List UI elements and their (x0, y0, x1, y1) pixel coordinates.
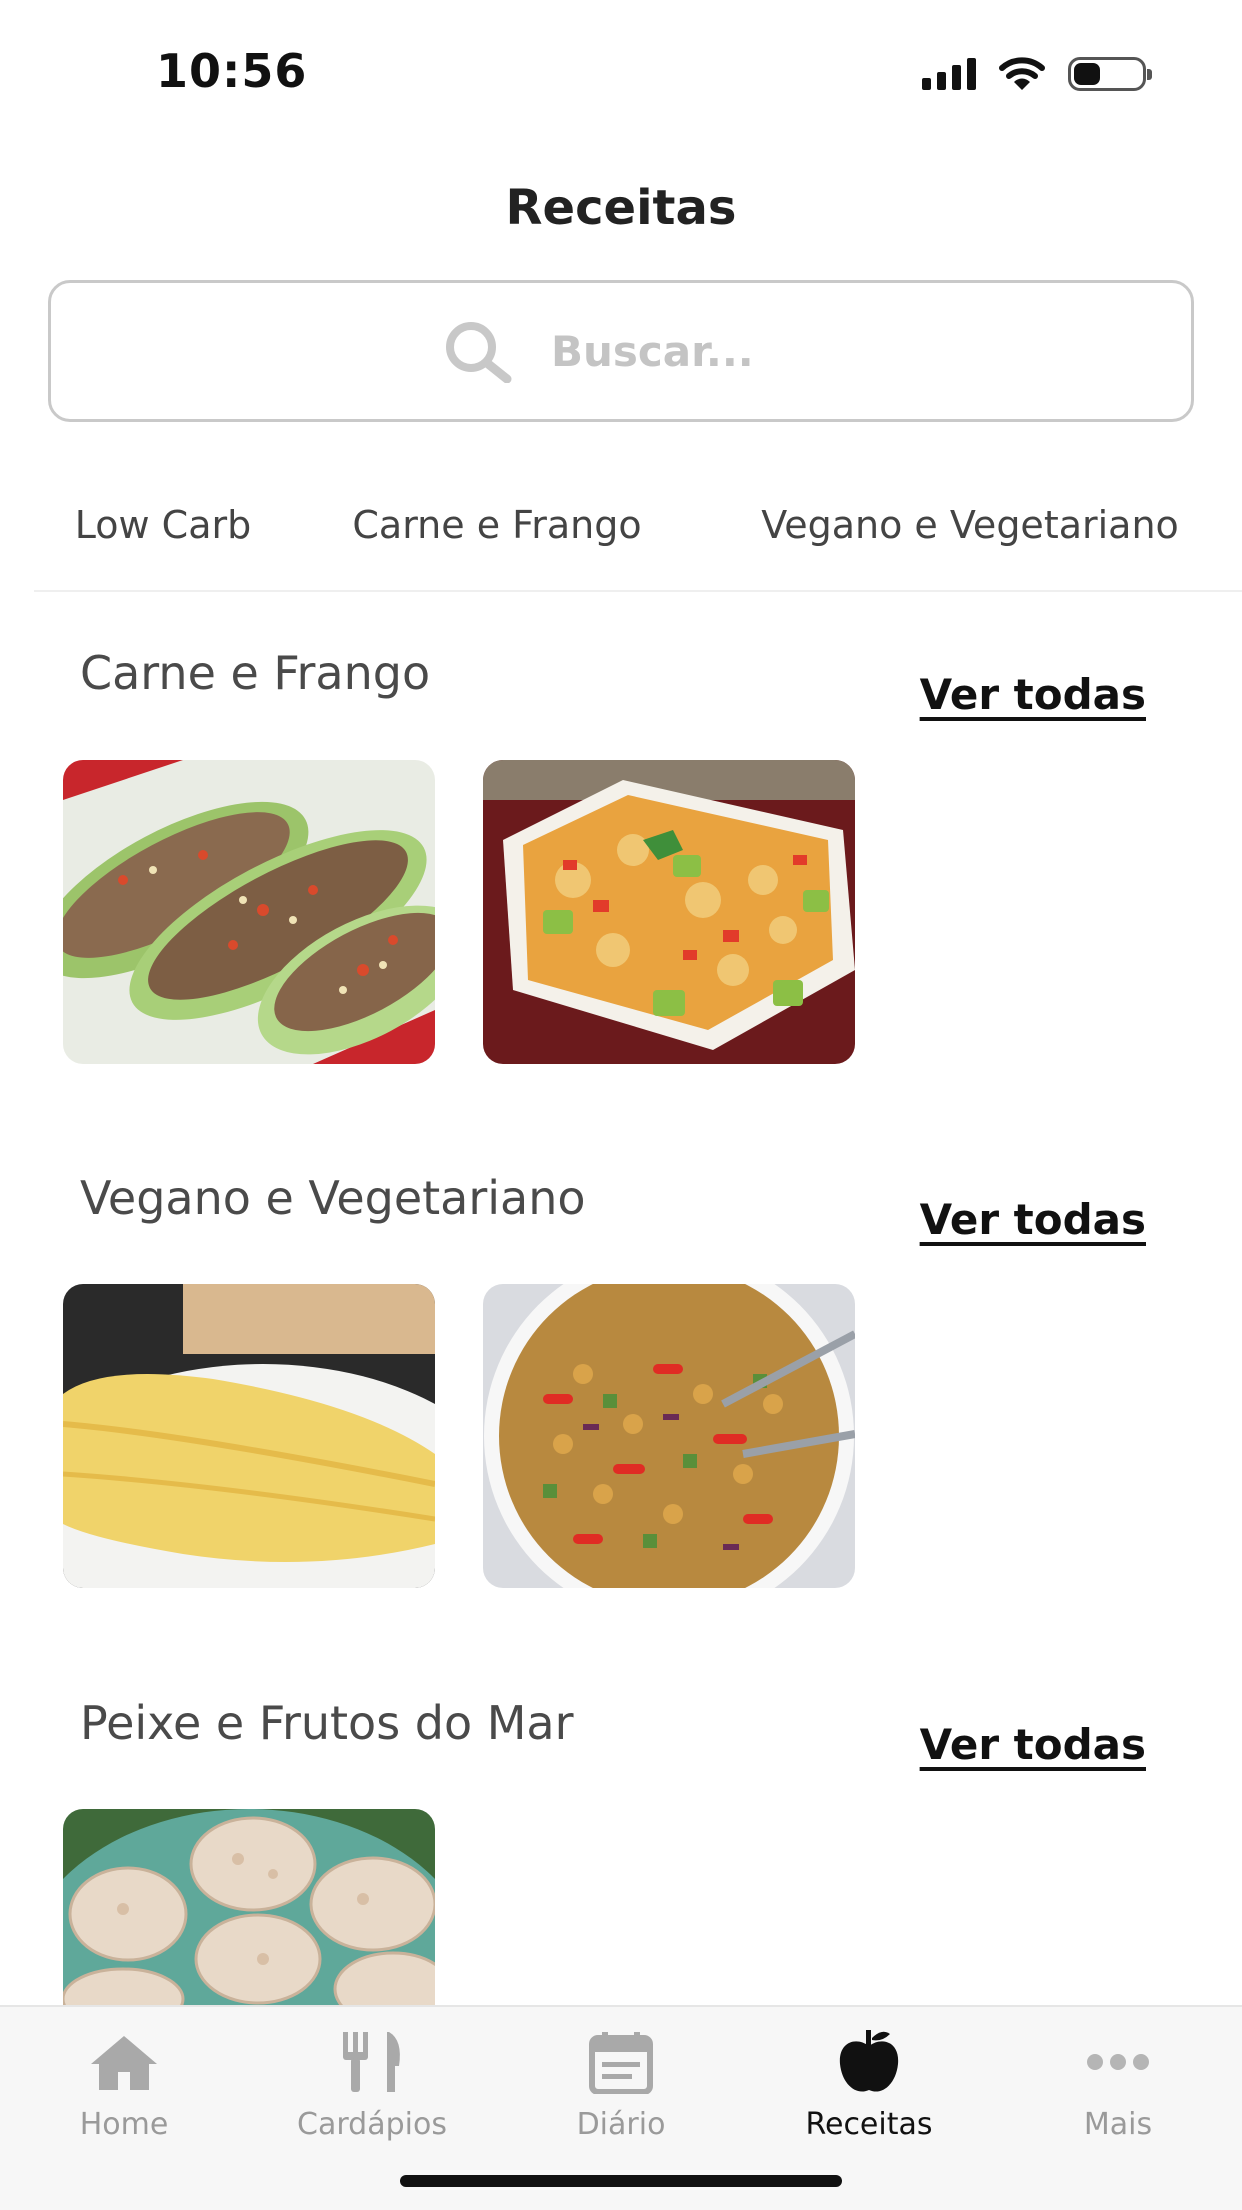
tab-carne-e-frango[interactable]: Carne e Frango (300, 470, 694, 590)
tab-cardapios[interactable]: Cardápios (248, 2025, 496, 2142)
tab-home[interactable]: Home (0, 2025, 248, 2142)
see-all-vegano-e-vegetariano[interactable]: Ver todas (920, 1195, 1146, 1244)
tab-vegano-e-vegetariano[interactable]: Vegano e Vegetariano (698, 470, 1242, 590)
more-dots-icon (1087, 2054, 1149, 2070)
section-title-carne-e-frango: Carne e Frango (80, 646, 431, 700)
recipe-card-tuna-toasts[interactable] (63, 1809, 435, 2005)
tab-diario-label: Diário (576, 2107, 666, 2142)
search-icon (446, 322, 512, 383)
tab-receitas[interactable]: Receitas (745, 2025, 993, 2142)
status-time: 10:56 (156, 44, 308, 98)
tab-receitas-label: Receitas (805, 2107, 933, 2142)
home-icon (91, 2036, 157, 2090)
status-icons (922, 56, 1152, 92)
page-title: Receitas (505, 180, 737, 236)
search-box[interactable] (48, 280, 1194, 422)
tuna-toasts-image (63, 1809, 435, 2005)
search-input[interactable] (551, 326, 801, 376)
tab-mais[interactable]: Mais (994, 2025, 1242, 2142)
tab-mais-label: Mais (1083, 2107, 1153, 2142)
signal-icon (922, 58, 976, 90)
battery-icon (1068, 57, 1152, 91)
see-all-carne-e-frango[interactable]: Ver todas (920, 670, 1146, 719)
category-tabs: Low Carb Carne e Frango Vegano e Vegetar… (34, 470, 1242, 592)
stuffed-zucchini-image (63, 760, 435, 1064)
recipe-card-chickpea-salad[interactable] (483, 1284, 855, 1588)
status-bar: 10:56 (0, 0, 1242, 140)
tab-cardapios-label: Cardápios (297, 2107, 447, 2142)
recipe-card-omelette[interactable] (63, 1284, 435, 1588)
tab-diario[interactable]: Diário (497, 2025, 745, 2142)
section-title-vegano-e-vegetariano: Vegano e Vegetariano (80, 1171, 586, 1225)
tab-home-label: Home (79, 2107, 169, 2142)
chicken-zucchini-stirfry-image (483, 760, 855, 1064)
fork-knife-icon (343, 2032, 400, 2092)
omelette-image (63, 1284, 435, 1588)
recipe-card-chicken-stirfry[interactable] (483, 760, 855, 1064)
tab-low-carb[interactable]: Low Carb (34, 470, 292, 590)
calendar-icon (589, 2032, 653, 2094)
wifi-icon (999, 57, 1045, 90)
apple-icon (839, 2030, 899, 2092)
home-indicator (400, 2175, 842, 2187)
recipe-card-stuffed-zucchini[interactable] (63, 760, 435, 1064)
section-title-peixe-e-frutos-do-mar: Peixe e Frutos do Mar (80, 1696, 574, 1750)
see-all-peixe-e-frutos-do-mar[interactable]: Ver todas (920, 1720, 1146, 1769)
chickpea-salad-image (483, 1284, 855, 1588)
